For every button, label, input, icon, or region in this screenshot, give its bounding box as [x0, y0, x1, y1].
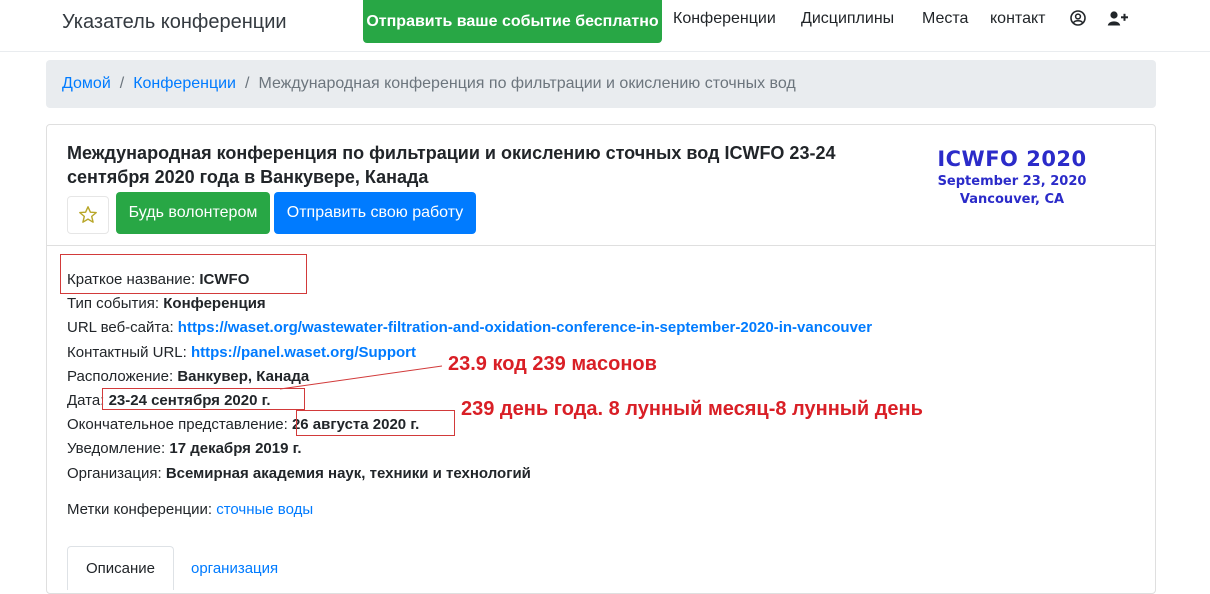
annotation-note-1: 23.9 код 239 масонов: [448, 353, 657, 375]
annotation-pointer-line: [279, 365, 443, 390]
annotation-note-2: 239 день года. 8 лунный месяц-8 лунный д…: [461, 398, 923, 420]
